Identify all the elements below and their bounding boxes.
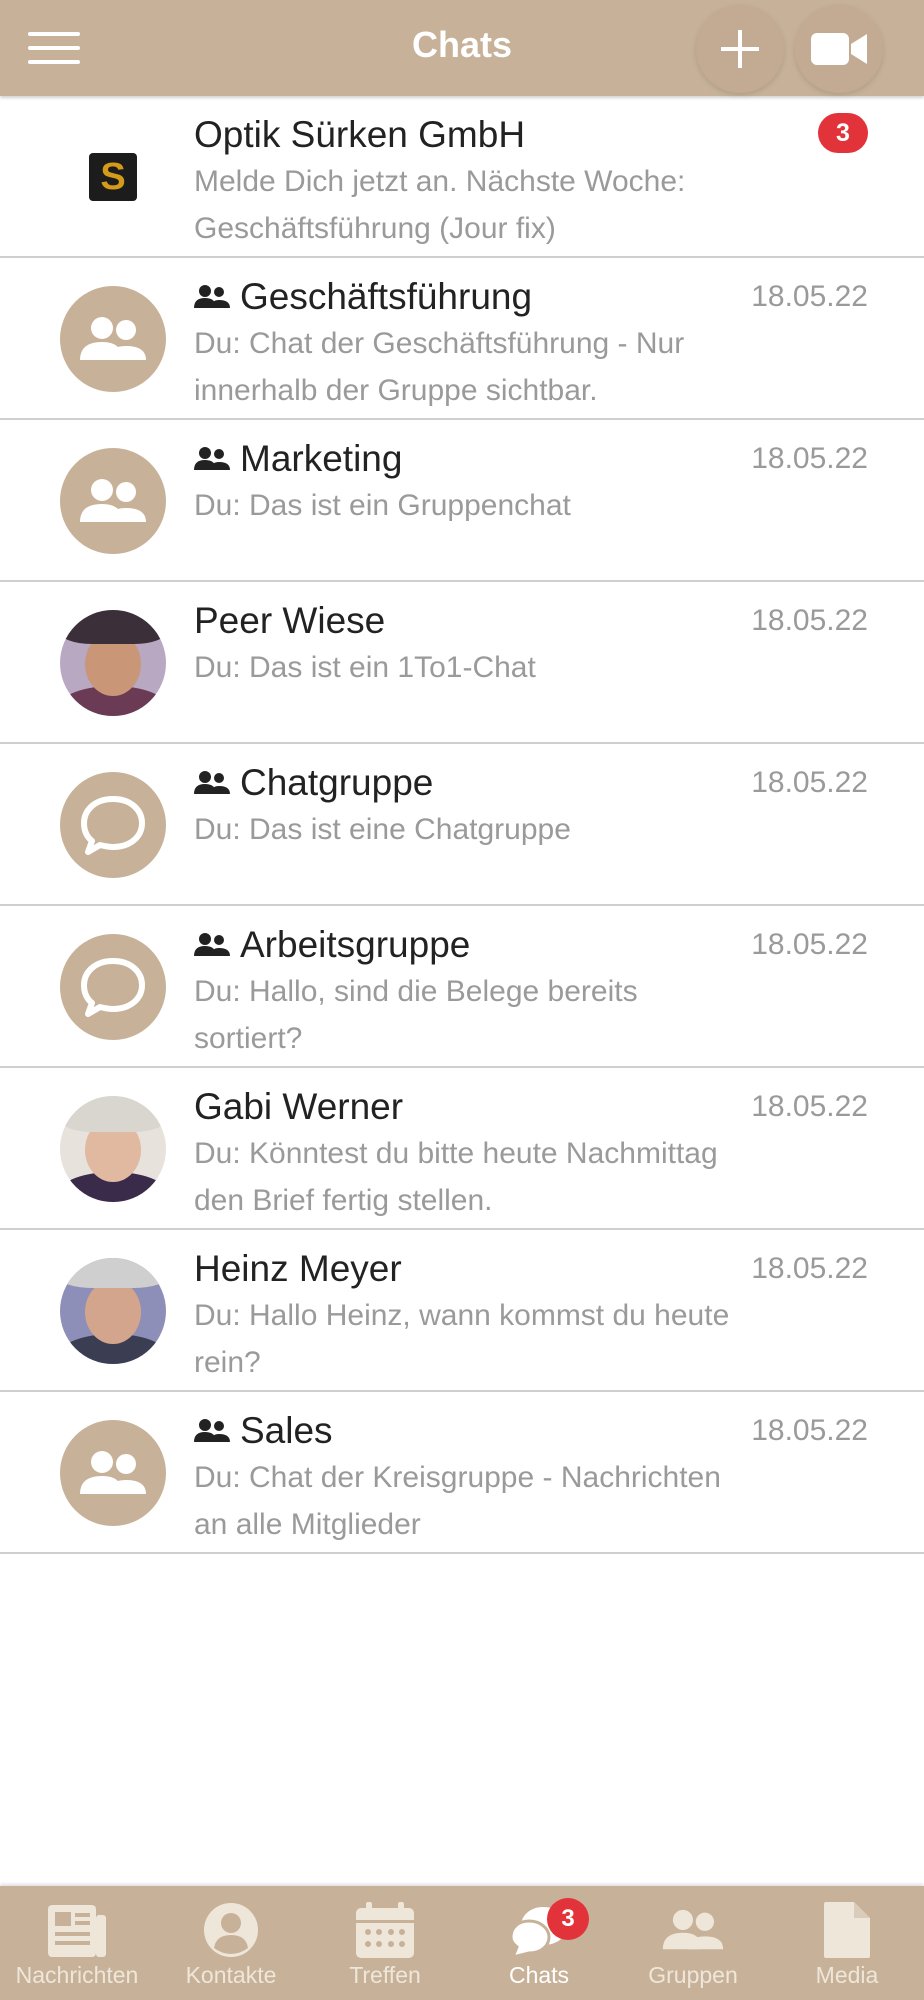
- chats-unread-badge: 3: [547, 1898, 589, 1940]
- group-chat-icon: [194, 447, 230, 470]
- chat-name: Heinz Meyer: [194, 1248, 402, 1289]
- group-chat-icon: [194, 285, 230, 308]
- avatar: [60, 1258, 166, 1364]
- chat-date: 18.05.22: [751, 442, 868, 475]
- chat-avatar: [60, 772, 166, 878]
- group-avatar: [60, 286, 166, 392]
- nav-treffen[interactable]: Treffen: [308, 1886, 462, 2000]
- chat-date: 18.05.22: [751, 766, 868, 799]
- nav-media[interactable]: Media: [770, 1886, 924, 2000]
- nav-label: Kontakte: [185, 1962, 277, 1988]
- chat-date: 18.05.22: [751, 1414, 868, 1447]
- chat-name: Arbeitsgruppe: [240, 924, 471, 965]
- group-avatar: [60, 1420, 166, 1526]
- nav-gruppen[interactable]: Gruppen: [616, 1886, 770, 2000]
- page-title: Chats: [411, 24, 513, 65]
- group-icon: [80, 1451, 146, 1494]
- newspaper-icon: [48, 1905, 106, 1957]
- chat-preview: Du: Das ist eine Chatgruppe: [194, 813, 571, 846]
- chat-item-chatgruppe[interactable]: Chatgruppe 18.05.22 Du: Das ist eine Cha…: [0, 744, 924, 906]
- nav-label: Nachrichten: [15, 1962, 139, 1988]
- chat-preview: Du: Hallo Heinz, wann kommst du heute re…: [194, 1299, 730, 1379]
- document-icon: [824, 1902, 870, 1958]
- nav-label: Chats: [508, 1962, 570, 1988]
- chat-name: Optik Sürken GmbH: [194, 114, 526, 155]
- group-chat-icon: [194, 1419, 230, 1442]
- chat-preview: Du: Das ist ein Gruppenchat: [194, 489, 571, 522]
- chat-date: 18.05.22: [751, 1090, 868, 1123]
- unread-badge: 3: [818, 113, 868, 153]
- chat-item-arbeitsgruppe[interactable]: Arbeitsgruppe 18.05.22 Du: Hallo, sind d…: [0, 906, 924, 1068]
- chat-name: Geschäftsführung: [240, 276, 533, 317]
- chat-item-heinz-meyer[interactable]: Heinz Meyer 18.05.22 Du: Hallo Heinz, wa…: [0, 1230, 924, 1392]
- video-camera-icon: [811, 33, 867, 65]
- nav-nachrichten[interactable]: Nachrichten: [0, 1886, 154, 2000]
- chat-preview: Melde Dich jetzt an. Nächste Woche: Gesc…: [194, 165, 686, 245]
- new-chat-button[interactable]: [696, 5, 784, 93]
- chat-date: 18.05.22: [751, 604, 868, 637]
- logo-letter: S: [89, 153, 137, 201]
- group-icon: [80, 479, 146, 522]
- chat-date: 18.05.22: [751, 928, 868, 961]
- chat-item-peer-wiese[interactable]: Peer Wiese 18.05.22 Du: Das ist ein 1To1…: [0, 582, 924, 744]
- chat-name: Gabi Werner: [194, 1086, 404, 1127]
- contact-icon: [204, 1903, 258, 1957]
- chat-name: Peer Wiese: [194, 600, 386, 641]
- chat-item-marketing[interactable]: Marketing 18.05.22 Du: Das ist ein Grupp…: [0, 420, 924, 582]
- company-logo: S: [60, 124, 166, 230]
- chat-preview: Du: Chat der Geschäftsführung - Nur inne…: [194, 327, 685, 407]
- chat-preview: Du: Könntest du bitte heute Nachmittag d…: [194, 1137, 718, 1217]
- plus-icon: [721, 30, 759, 68]
- group-chat-icon: [194, 771, 230, 794]
- nav-kontakte[interactable]: Kontakte: [154, 1886, 308, 2000]
- nav-label: Gruppen: [648, 1962, 738, 1988]
- chat-preview: Du: Chat der Kreisgruppe - Nachrichten a…: [194, 1461, 721, 1541]
- chat-item-optik-suerken[interactable]: S Optik Sürken GmbH 3 Melde Dich jetzt a…: [0, 96, 924, 258]
- chat-bubble-icon: [81, 958, 145, 1017]
- chat-name: Chatgruppe: [240, 762, 434, 803]
- avatar: [60, 1096, 166, 1202]
- chat-bubble-icon: [81, 796, 145, 855]
- chat-item-gabi-werner[interactable]: Gabi Werner 18.05.22 Du: Könntest du bit…: [0, 1068, 924, 1230]
- group-avatar: [60, 448, 166, 554]
- avatar: [60, 610, 166, 716]
- nav-label: Treffen: [349, 1962, 421, 1988]
- app-header: Chats: [0, 0, 924, 96]
- chat-date: 18.05.22: [751, 1252, 868, 1285]
- group-icon: [80, 317, 146, 360]
- chat-preview: Du: Hallo, sind die Belege bereits sorti…: [194, 975, 638, 1055]
- chat-date: 18.05.22: [751, 280, 868, 313]
- group-chat-icon: [194, 933, 230, 956]
- chat-list: S Optik Sürken GmbH 3 Melde Dich jetzt a…: [0, 96, 924, 1554]
- chat-name: Marketing: [240, 438, 403, 479]
- nav-chats[interactable]: 3 Chats: [462, 1886, 616, 2000]
- nav-label: Media: [815, 1962, 879, 1988]
- bottom-navigation: Nachrichten Kontakte Treffen 3 Chats Gru…: [0, 1886, 924, 2000]
- chat-name: Sales: [240, 1410, 333, 1451]
- chat-preview: Du: Das ist ein 1To1-Chat: [194, 651, 536, 684]
- group-icon: [662, 1909, 724, 1950]
- chat-avatar: [60, 934, 166, 1040]
- calendar-icon: [356, 1902, 414, 1958]
- chat-item-sales[interactable]: Sales 18.05.22 Du: Chat der Kreisgruppe …: [0, 1392, 924, 1554]
- video-call-button[interactable]: [795, 5, 883, 93]
- chat-item-geschaeftsfuehrung[interactable]: Geschäftsführung 18.05.22 Du: Chat der G…: [0, 258, 924, 420]
